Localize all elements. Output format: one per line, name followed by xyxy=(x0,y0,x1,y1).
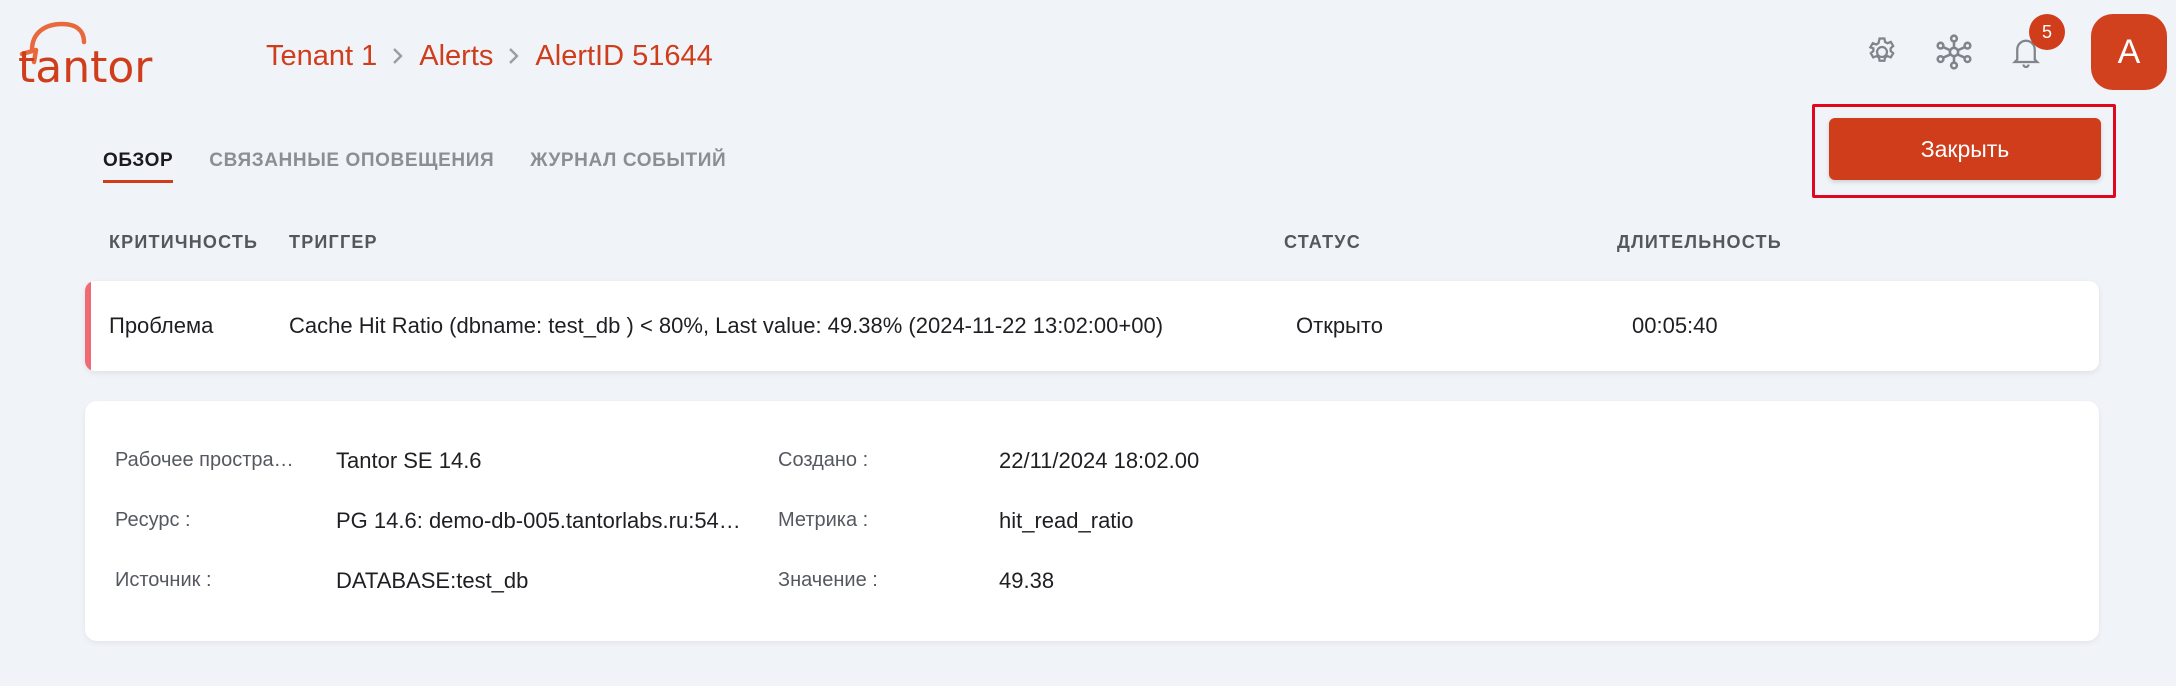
tab-overview[interactable]: Обзор xyxy=(103,150,174,183)
value-value: 49.38 xyxy=(999,568,1055,593)
value-label: Значение : xyxy=(778,569,878,591)
metric-label: Метрика : xyxy=(778,509,869,531)
tab-bar: Обзор Связанные оповещения Журнал событи… xyxy=(103,150,726,183)
column-header-severity: Критичность xyxy=(109,232,259,252)
resource-value: PG 14.6: demo-db-005.tantorlabs.ru:5432 xyxy=(336,508,743,533)
workspace-label: Рабочее пространство : xyxy=(115,449,300,471)
alert-row[interactable]: Проблема Cache Hit Ratio (dbname: test_d… xyxy=(85,281,2099,371)
severity-stripe xyxy=(85,281,91,371)
column-header-status: Статус xyxy=(1284,232,1361,252)
tantor-logo[interactable]: tantor xyxy=(18,20,178,93)
source-value: DATABASE:test_db xyxy=(336,568,529,593)
metric-value: hit_read_ratio xyxy=(999,508,1134,533)
breadcrumb: Tenant 1 Alerts AlertID 51644 xyxy=(266,36,713,76)
alert-status: Открыто xyxy=(1296,313,1383,338)
logo-text: tantor xyxy=(18,42,153,86)
gear-icon[interactable] xyxy=(1860,30,1904,74)
breadcrumb-tenant[interactable]: Tenant 1 xyxy=(266,40,377,73)
tab-related-alerts[interactable]: Связанные оповещения xyxy=(209,150,494,183)
alert-duration: 00:05:40 xyxy=(1632,313,1718,338)
breadcrumb-alerts[interactable]: Alerts xyxy=(419,40,493,73)
alert-details-card: Рабочее пространство : Tantor SE 14.6 Ре… xyxy=(85,401,2099,641)
source-label: Источник : xyxy=(115,569,212,591)
created-value: 22/11/2024 18:02.00 xyxy=(999,448,1200,473)
chevron-right-icon xyxy=(493,46,535,66)
column-header-trigger: Триггер xyxy=(289,232,378,252)
chevron-right-icon xyxy=(377,46,419,66)
alert-trigger: Cache Hit Ratio (dbname: test_db ) < 80%… xyxy=(289,313,1164,338)
avatar[interactable]: A xyxy=(2091,14,2167,90)
alert-detail-page: tantor Tenant 1 Alerts AlertID 51644 5 A… xyxy=(0,0,2176,686)
network-icon[interactable] xyxy=(1932,30,1976,74)
resource-label: Ресурс : xyxy=(115,509,191,531)
workspace-value: Tantor SE 14.6 xyxy=(336,448,482,473)
tab-event-log[interactable]: Журнал событий xyxy=(530,150,726,183)
column-header-duration: Длительность xyxy=(1617,232,1782,252)
close-alert-button[interactable]: Закрыть xyxy=(1829,118,2101,180)
created-label: Создано : xyxy=(778,449,869,471)
breadcrumb-alert-id: AlertID 51644 xyxy=(535,39,713,72)
alert-severity: Проблема xyxy=(109,313,214,338)
notification-badge: 5 xyxy=(2029,14,2065,50)
